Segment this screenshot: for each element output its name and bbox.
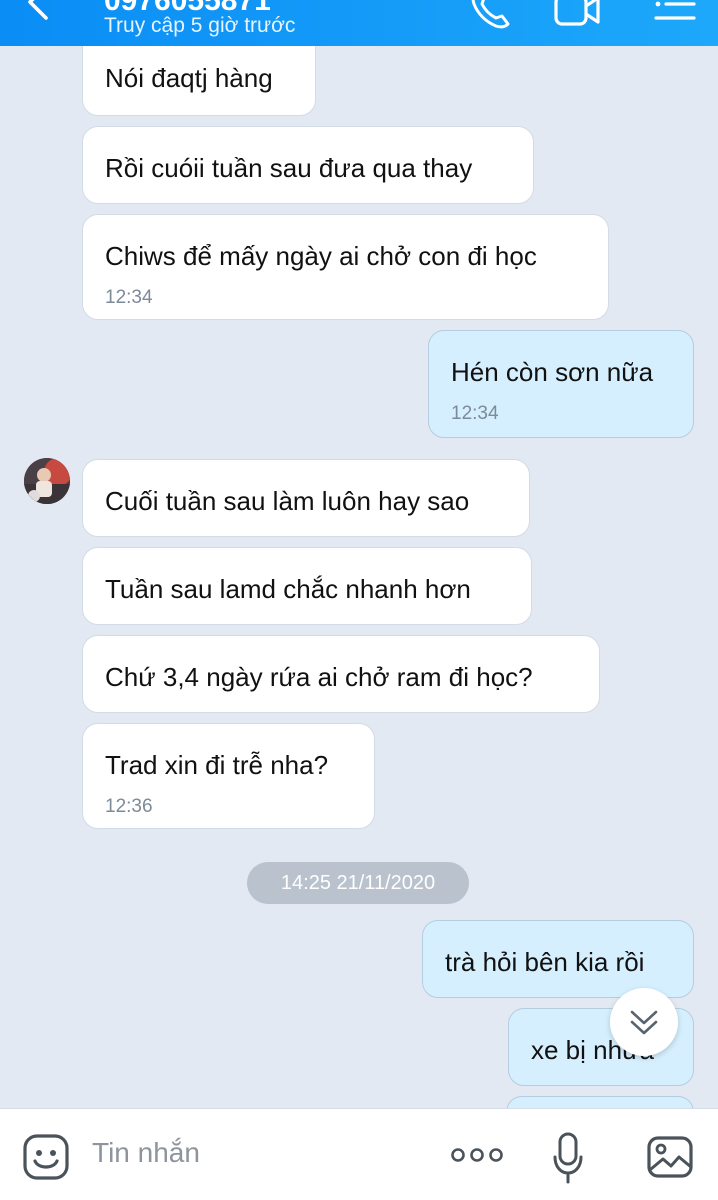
message-text: Chiws để mấy ngày ai chở con đi học <box>105 241 537 271</box>
message-bubble[interactable]: Trad xin đi trễ nha? 12:36 <box>82 723 375 829</box>
scroll-to-bottom-button[interactable] <box>610 988 678 1056</box>
message-bubble[interactable]: Rồi cuóii tuần sau đưa qua thay <box>82 126 534 204</box>
date-separator: 14:25 21/11/2020 <box>247 862 469 904</box>
more-dots-icon[interactable] <box>450 1143 504 1167</box>
last-seen-status: Truy cập 5 giờ trước <box>104 14 296 37</box>
message-text: Chứ 3,4 ngày rứa ai chở ram đi học? <box>105 662 533 692</box>
message-input[interactable]: Tin nhắn <box>92 1137 200 1169</box>
message-text: Trad xin đi trễ nha? <box>105 750 329 780</box>
message-text: Hén còn sơn nữa <box>451 357 654 387</box>
message-bubble-outgoing[interactable]: trà hỏi bên kia rồi <box>422 920 694 998</box>
message-text: Tuần sau lamd chắc nhanh hơn <box>105 574 471 604</box>
message-bubble[interactable]: Chiws để mấy ngày ai chở con đi học 12:3… <box>82 214 609 320</box>
message-text: Nói đaqtj hàng <box>105 63 273 93</box>
back-chevron-icon[interactable] <box>22 0 52 22</box>
message-bubble[interactable]: Chứ 3,4 ngày rứa ai chở ram đi học? <box>82 635 600 713</box>
message-bubble-outgoing[interactable]: Hén còn sơn nữa 12:34 <box>428 330 694 438</box>
image-icon[interactable] <box>646 1133 694 1181</box>
sticker-icon[interactable] <box>22 1133 70 1181</box>
avatar-image <box>24 458 70 504</box>
video-call-icon[interactable] <box>552 0 600 32</box>
message-time: 12:34 <box>105 287 153 308</box>
message-bubble[interactable]: Cuối tuần sau làm luôn hay sao <box>82 459 530 537</box>
message-time: 12:36 <box>105 796 153 817</box>
chat-header: 0976055871 Truy cập 5 giờ trước <box>0 0 718 46</box>
avatar[interactable] <box>24 458 70 504</box>
message-list[interactable]: Nói đaqtj hàng Rồi cuóii tuần sau đưa qu… <box>0 0 718 1136</box>
message-text: Rồi cuóii tuần sau đưa qua thay <box>105 153 473 183</box>
message-input-bar: Tin nhắn <box>0 1108 718 1200</box>
menu-list-icon[interactable] <box>650 0 698 32</box>
double-chevron-down-icon <box>630 1010 658 1035</box>
message-text: Cuối tuần sau làm luôn hay sao <box>105 486 470 516</box>
microphone-icon[interactable] <box>552 1131 584 1185</box>
phone-icon[interactable] <box>466 0 514 32</box>
message-bubble[interactable]: Tuần sau lamd chắc nhanh hơn <box>82 547 532 625</box>
message-text: trà hỏi bên kia rồi <box>445 947 645 977</box>
message-time: 12:34 <box>451 403 499 424</box>
